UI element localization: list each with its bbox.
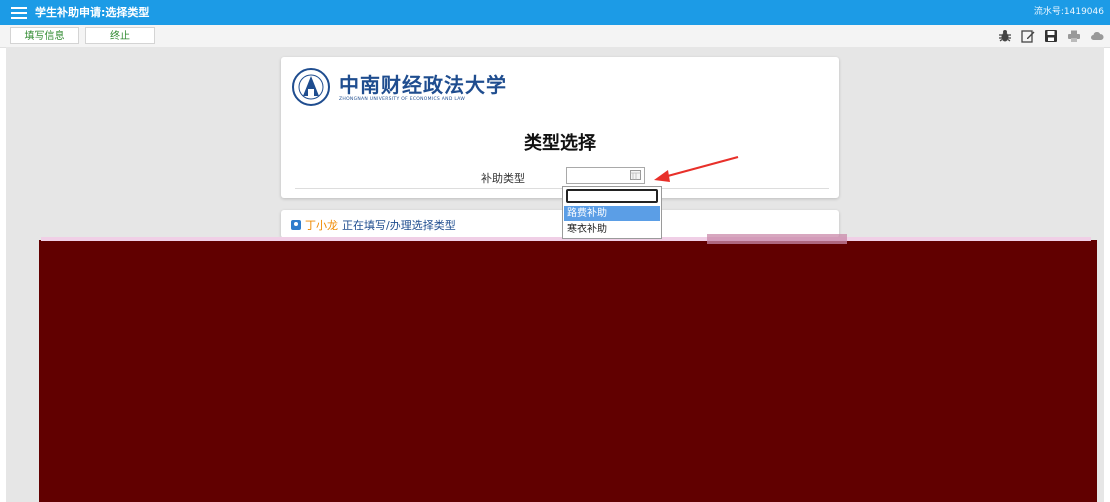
overlay-ribbon-highlight	[707, 234, 847, 244]
toolbar-icons	[998, 28, 1104, 44]
print-icon[interactable]	[1067, 29, 1081, 43]
university-name-cn: 中南财经政法大学	[339, 73, 507, 97]
toolbar: 填写信息 终止	[0, 25, 1110, 48]
save-icon[interactable]	[1044, 29, 1058, 43]
fill-info-button[interactable]: 填写信息	[10, 27, 79, 44]
university-name-en: ZHONGNAN UNIVERSITY OF ECONOMICS AND LAW	[339, 97, 466, 102]
user-name: 丁小龙	[305, 219, 338, 232]
error-overlay	[39, 234, 1097, 502]
dropdown-search-input[interactable]	[566, 189, 658, 203]
status-line: 丁小龙 正在填写/办理选择类型	[291, 217, 456, 233]
form-card: 中南财经政法大学 ZHONGNAN UNIVERSITY OF ECONOMIC…	[281, 57, 839, 198]
terminate-button[interactable]: 终止	[85, 27, 155, 44]
page-title: 学生补助申请:选择类型	[35, 6, 150, 19]
cloud-icon[interactable]	[1090, 29, 1104, 43]
form-heading: 类型选择	[524, 133, 596, 154]
title-bar: 学生补助申请:选择类型 流水号:1419046	[0, 0, 1110, 25]
university-logo: 中南财经政法大学 ZHONGNAN UNIVERSITY OF ECONOMIC…	[291, 67, 506, 110]
edit-icon[interactable]	[1021, 29, 1035, 43]
dropdown-option-travel-subsidy[interactable]: 路费补助	[564, 206, 660, 221]
status-text: 正在填写/办理选择类型	[342, 219, 456, 232]
flow-number: 流水号:1419046	[1033, 7, 1104, 17]
subsidy-type-label: 补助类型	[481, 172, 525, 185]
dropdown-option-winter-clothing-subsidy[interactable]: 寒衣补助	[564, 222, 660, 237]
user-icon	[291, 220, 301, 230]
subsidy-type-dropdown[interactable]: 路费补助 寒衣补助	[562, 186, 662, 239]
select-picker-icon[interactable]	[630, 170, 641, 180]
subsidy-type-select[interactable]	[566, 167, 645, 184]
university-emblem-icon	[292, 68, 330, 106]
bug-icon[interactable]	[998, 29, 1012, 43]
hamburger-menu-icon[interactable]	[11, 5, 27, 20]
